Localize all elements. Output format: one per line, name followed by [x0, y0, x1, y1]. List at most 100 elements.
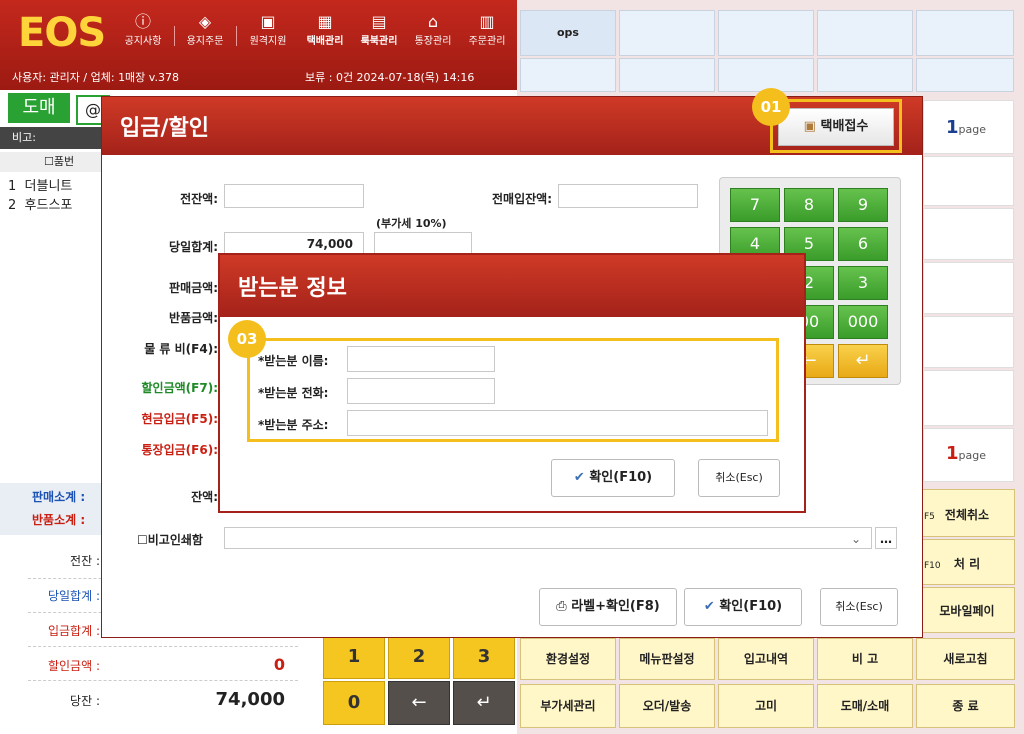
settings-button[interactable]: 환경설정: [520, 638, 616, 680]
daily-total-label: 당일합계:: [169, 240, 218, 254]
menu-settings-button[interactable]: 메뉴판설정: [619, 638, 715, 680]
menu-orders[interactable]: ▥ 주문관리: [464, 12, 510, 47]
label-confirm-button[interactable]: ⎙ 라벨+확인(F8): [539, 588, 677, 626]
recipient-address-input[interactable]: [347, 410, 768, 436]
menu-label: 용지주문: [186, 36, 224, 47]
exit-button[interactable]: 종 료: [916, 684, 1015, 728]
prev-balance-field[interactable]: [224, 184, 364, 208]
numpad-9[interactable]: 9: [838, 188, 888, 222]
grid-cell[interactable]: [923, 262, 1014, 314]
menu-notice[interactable]: ⓘ 공지사항: [120, 12, 166, 47]
numpad-enter[interactable]: ↵: [838, 344, 888, 378]
return-amount-label: 반품금액:: [169, 311, 218, 325]
prev-balance-label: 전잔 :: [70, 554, 100, 568]
current-balance-value: 74,000: [215, 689, 285, 710]
grid-cell[interactable]: [923, 370, 1014, 426]
cancel-button[interactable]: 취소(Esc): [820, 588, 898, 626]
divider: [28, 680, 298, 681]
receiving-history-button[interactable]: 입고내역: [718, 638, 814, 680]
grid-cell[interactable]: [916, 10, 1014, 56]
order-shipping-button[interactable]: 오더/발송: [619, 684, 715, 728]
button-label: 확인(F10): [589, 470, 653, 485]
keypad-1[interactable]: 1: [323, 635, 385, 679]
menu-label: 주문관리: [468, 36, 506, 47]
print-memo-checkbox[interactable]: ☐비고인쇄함: [137, 531, 203, 548]
numpad-7[interactable]: 7: [730, 188, 780, 222]
vat-label: (부가세 10%): [376, 217, 447, 230]
box-icon: ▦: [317, 12, 333, 31]
page-indicator-top[interactable]: 1page: [923, 100, 1014, 154]
menu-bankbook[interactable]: ⌂ 통장관리: [410, 12, 456, 47]
recipient-name-label: *받는분 이름:: [258, 354, 329, 368]
page-indicator-bottom[interactable]: 1page: [923, 428, 1014, 482]
deposit-total-label: 입금합계 :: [47, 624, 100, 638]
balance-label: 잔액:: [191, 490, 218, 504]
process-button[interactable]: F10 처 리: [919, 539, 1015, 585]
gomi-button[interactable]: 고미: [718, 684, 814, 728]
recipient-name-input[interactable]: [347, 346, 495, 372]
numpad-8[interactable]: 8: [784, 188, 834, 222]
wholesale-retail-button[interactable]: 도매/소매: [817, 684, 913, 728]
prev-purchase-balance-field[interactable]: [558, 184, 698, 208]
wholesale-mode-button[interactable]: 도매: [8, 93, 70, 123]
grid-cell[interactable]: [817, 58, 913, 92]
logistics-fee-label: 물 류 비(F4):: [144, 342, 218, 356]
grid-cell[interactable]: [916, 58, 1014, 92]
list-item[interactable]: 1 더블니트: [8, 175, 72, 194]
recipient-confirm-button[interactable]: ✔ 확인(F10): [551, 459, 675, 497]
dialog-title: 입금/할인: [120, 116, 209, 141]
item-code-column-header[interactable]: ☐품번: [0, 152, 105, 172]
row-name: 후드스포: [24, 198, 73, 213]
discount-value: 0: [273, 655, 285, 674]
numpad-6[interactable]: 6: [838, 227, 888, 261]
page-suffix: page: [958, 449, 987, 462]
grid-cell[interactable]: [817, 10, 913, 56]
grid-cell[interactable]: [923, 156, 1014, 206]
printer-icon: ⎙: [556, 599, 567, 614]
current-balance-label: 당잔 :: [70, 694, 100, 708]
memo-more-button[interactable]: …: [875, 527, 897, 549]
grid-cell[interactable]: [619, 58, 715, 92]
menu-label: 택배관리: [306, 36, 344, 47]
memo-select[interactable]: ⌄: [224, 527, 872, 549]
delivery-register-button[interactable]: ▣ 택배접수: [778, 108, 894, 146]
vat-management-button[interactable]: 부가세관리: [520, 684, 616, 728]
monitor-icon: ▣: [260, 12, 276, 31]
recipient-phone-input[interactable]: [347, 378, 495, 404]
sale-subtotal-label: 판매소계 :: [32, 490, 86, 504]
button-label: 라벨+확인(F8): [571, 599, 660, 614]
numpad-000[interactable]: 000: [838, 305, 888, 339]
bank-icon: ⌂: [427, 12, 439, 31]
mobile-pay-button[interactable]: 모바일페이: [919, 587, 1015, 633]
grid-cell[interactable]: [718, 10, 814, 56]
refresh-button[interactable]: 새로고침: [916, 638, 1015, 680]
keypad-0[interactable]: 0: [323, 681, 385, 725]
keypad-3[interactable]: 3: [453, 635, 515, 679]
sales-amount-label: 판매금액:: [169, 281, 218, 295]
grid-cell[interactable]: [718, 58, 814, 92]
grid-cell[interactable]: [619, 10, 715, 56]
menu-lookbook[interactable]: ▤ 룩북관리: [356, 12, 402, 47]
cancel-all-button[interactable]: F5 전체취소: [919, 489, 1015, 537]
backspace-key[interactable]: ←: [388, 681, 450, 725]
grid-cell-ops[interactable]: ops: [520, 10, 616, 56]
enter-key[interactable]: ↵: [453, 681, 515, 725]
menu-paper-order[interactable]: ◈ 용지주문: [182, 12, 228, 47]
grid-cell[interactable]: [520, 58, 616, 92]
check-icon: ✔: [573, 470, 585, 485]
list-item[interactable]: 2 후드스포: [8, 194, 72, 213]
numpad-3[interactable]: 3: [838, 266, 888, 300]
menu-delivery[interactable]: ▦ 택배관리: [302, 12, 348, 47]
keypad-2[interactable]: 2: [388, 635, 450, 679]
button-label: 확인(F10): [719, 599, 783, 614]
grid-cell[interactable]: [923, 316, 1014, 368]
menu-remote-support[interactable]: ▣ 원격지원: [245, 12, 291, 47]
layers-icon: ◈: [198, 12, 212, 31]
discount-label: 할인금액 :: [47, 659, 100, 673]
discount-amount-label: 할인금액(F7):: [141, 381, 218, 395]
chevron-down-icon: ⌄: [850, 532, 861, 546]
confirm-button[interactable]: ✔ 확인(F10): [684, 588, 802, 626]
memo-button[interactable]: 비 고: [817, 638, 913, 680]
recipient-cancel-button[interactable]: 취소(Esc): [698, 459, 780, 497]
grid-cell[interactable]: [923, 208, 1014, 260]
